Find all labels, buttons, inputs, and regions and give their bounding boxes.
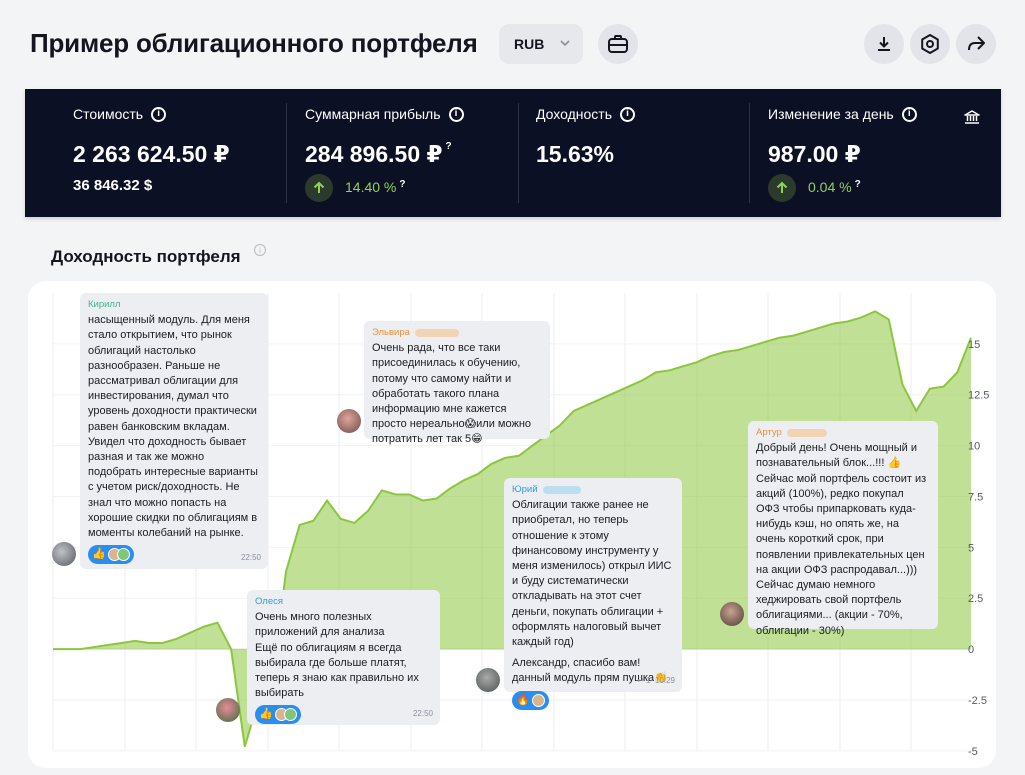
message-author: Юрий — [512, 482, 674, 497]
stat-amount: 2 263 624.50 ₽ — [73, 141, 230, 167]
share-button[interactable] — [956, 24, 996, 64]
yield-chart: 15 12.5 10 7.5 5 2.5 0 -2.5 -5 Кирилл насыщенный… — [28, 281, 996, 768]
bank-icon[interactable] — [964, 109, 980, 125]
reactions[interactable]: 👍 — [88, 545, 134, 565]
stat-label: Суммарная прибыль — [305, 106, 441, 122]
thumbs-up-icon: 👍 — [259, 708, 273, 721]
section-title: Доходность портфеля — [51, 247, 241, 266]
y-tick-label: 2.5 — [968, 593, 983, 605]
message-author: Артур — [756, 425, 930, 440]
y-tick-label: 7.5 — [968, 491, 983, 503]
message-time: 22:50 — [412, 708, 433, 718]
divider — [749, 103, 750, 203]
info-icon[interactable]: i — [619, 106, 635, 122]
divider — [286, 103, 287, 203]
message-text: насыщенный модуль. Для меня стало открыт… — [88, 314, 258, 540]
arrow-up-icon — [305, 174, 333, 202]
help-icon[interactable]: ? — [855, 179, 861, 190]
y-tick-label: -2.5 — [968, 695, 987, 707]
stat-amount: 15.63% — [536, 141, 615, 167]
download-icon — [878, 37, 890, 51]
message-time: ↩ 1 10:29 — [637, 675, 675, 685]
stat-change: 14.40 % — [345, 179, 397, 195]
help-icon[interactable]: ? — [399, 179, 405, 190]
reactions[interactable]: 👍 — [255, 705, 301, 725]
download-button[interactable] — [864, 24, 904, 64]
stat-label: Доходность — [536, 106, 612, 122]
help-icon[interactable]: ? — [446, 141, 452, 152]
stat-amount: 284 896.50 ₽ — [305, 141, 443, 167]
portfolio-stats-panel: Стоимость i 2 263 624.50 ₽ 36 846.32 $ Су… — [25, 89, 1001, 217]
message-author: Кирилл — [88, 299, 121, 310]
currency-value: RUB — [514, 36, 545, 52]
chat-message: Юрий Облигации также ранее не приобретал… — [504, 478, 682, 710]
arrow-up-icon — [768, 174, 796, 202]
chevron-down-icon — [560, 40, 570, 47]
avatar — [52, 542, 76, 566]
divider — [518, 103, 519, 203]
avatar — [216, 698, 240, 722]
stat-usd-amount: 36 846.32 $ — [73, 177, 153, 194]
message-text: Очень много полезных приложений для анал… — [255, 611, 419, 700]
chat-message: Артур Добрый день! Очень мощный и познав… — [748, 421, 938, 637]
chat-message: Олеся Очень много полезных приложений дл… — [247, 590, 440, 725]
message-time: 22:50 — [240, 552, 261, 562]
thumbs-up-icon: 👍 — [92, 548, 106, 561]
stat-label: Стоимость — [73, 106, 144, 122]
reactions[interactable]: 🔥 — [512, 690, 549, 710]
settings-button[interactable] — [910, 24, 950, 64]
stat-change: 0.04 % — [808, 179, 852, 195]
avatar — [337, 409, 361, 433]
avatar — [720, 602, 744, 626]
y-tick-label: 5 — [968, 542, 974, 554]
fire-icon: 🔥 — [516, 693, 530, 706]
share-icon — [968, 36, 985, 51]
message-text: Очень рада, что все таки присоединилась … — [372, 342, 532, 446]
avatar — [476, 668, 500, 692]
page-title: Пример облигационного портфеля — [30, 28, 478, 58]
stat-amount: 987.00 ₽ — [768, 141, 861, 167]
reply-count: 1 — [646, 675, 651, 685]
y-tick-label: 10 — [968, 441, 980, 453]
chat-message: Кирилл насыщенный модуль. Для меня стало… — [80, 293, 268, 569]
y-tick-label: 12.5 — [968, 390, 989, 402]
info-icon[interactable]: i — [151, 106, 167, 122]
portfolio-button[interactable] — [598, 24, 638, 64]
message-author: Олеся — [255, 596, 284, 607]
y-tick-label: -5 — [968, 746, 978, 758]
info-icon[interactable]: i — [254, 244, 266, 256]
y-tick-label: 15 — [968, 339, 980, 351]
stat-label: Изменение за день — [768, 106, 894, 122]
currency-select[interactable]: RUB — [499, 24, 583, 64]
briefcase-icon — [608, 35, 628, 53]
settings-icon — [921, 34, 939, 54]
message-text: Добрый день! Очень мощный и познавательн… — [756, 442, 927, 637]
message-text: Облигации также ранее не приобретал, но … — [512, 499, 672, 649]
chat-message: Эльвира Очень рада, что все таки присоед… — [364, 321, 550, 445]
info-icon[interactable]: i — [901, 106, 917, 122]
y-tick-label: 0 — [968, 644, 974, 656]
info-icon[interactable]: i — [448, 106, 464, 122]
message-author: Эльвира — [372, 325, 542, 340]
